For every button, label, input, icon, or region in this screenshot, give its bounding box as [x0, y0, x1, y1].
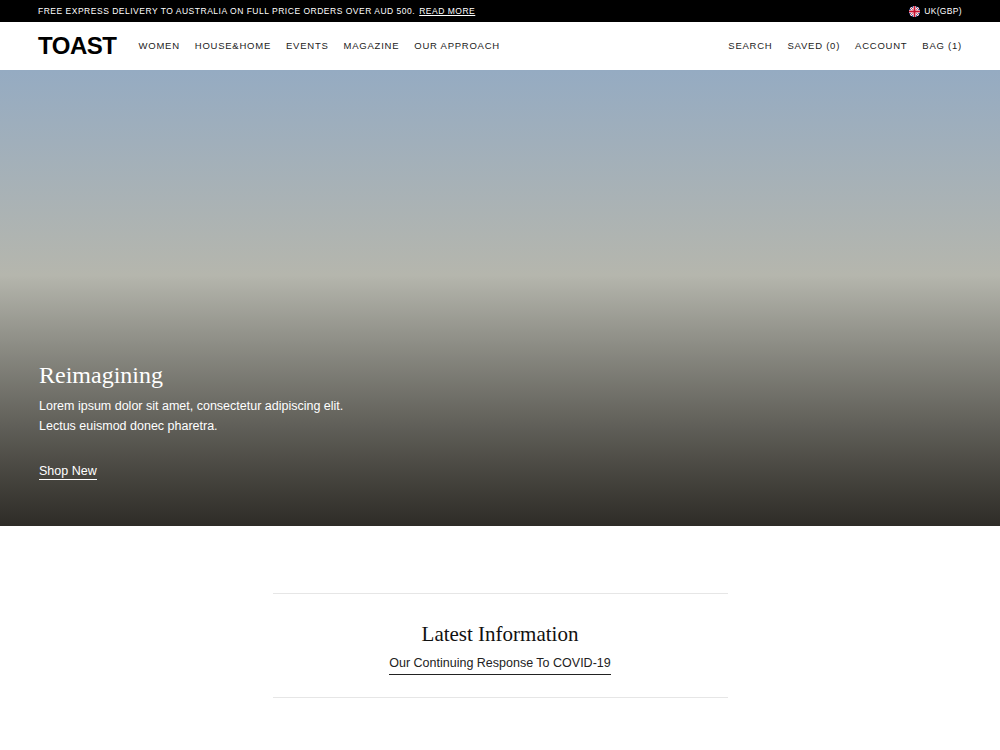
nav-item[interactable]: HOUSE&HOME	[195, 39, 271, 53]
announcement-bar: FREE EXPRESS DELIVERY TO AUSTRALIA ON FU…	[0, 0, 1000, 22]
currency-selector[interactable]: UK(GBP)	[909, 5, 962, 18]
main-nav: WOMEN HOUSE&HOME EVENTS MAGAZINE OUR APPROAC…	[139, 39, 500, 53]
nav-item[interactable]: OUR APPROACH	[414, 39, 500, 53]
nav-item[interactable]: EVENTS	[286, 39, 329, 53]
latest-title: Latest Information	[422, 620, 579, 648]
nav-item[interactable]: MAGAZINE	[344, 39, 400, 53]
covid-response-link[interactable]: Our Continuing Response To COVID-19	[389, 654, 610, 675]
header-action[interactable]: ACCOUNT	[855, 39, 907, 53]
latest-information: Latest Information Our Continuing Respons…	[0, 526, 1000, 698]
header-action[interactable]: SEARCH	[728, 39, 772, 53]
page: FREE EXPRESS DELIVERY TO AUSTRALIA ON FU…	[0, 0, 1000, 750]
header-action[interactable]: SAVED (0)	[787, 39, 840, 53]
logo[interactable]: TOAST	[38, 34, 117, 58]
site-header: TOAST WOMEN HOUSE&HOME EVENTS MAGAZINE OUR AP…	[0, 22, 1000, 70]
header-action[interactable]: BAG (1)	[922, 39, 962, 53]
hero: Reimagining Lorem ipsum dolor sit amet, c…	[0, 70, 1000, 526]
read-more-link[interactable]: READ MORE	[419, 5, 475, 18]
uk-flag-icon	[909, 6, 920, 17]
hero-body: Lorem ipsum dolor sit amet, consectetur …	[39, 396, 961, 436]
nav-item[interactable]: WOMEN	[139, 39, 180, 53]
hero-title: Reimagining	[39, 360, 961, 390]
header-actions: SEARCH SAVED (0) ACCOUNT BAG (1)	[728, 39, 962, 53]
announcement-text: FREE EXPRESS DELIVERY TO AUSTRALIA ON FU…	[38, 5, 475, 18]
shop-new-link[interactable]: Shop New	[39, 464, 97, 480]
